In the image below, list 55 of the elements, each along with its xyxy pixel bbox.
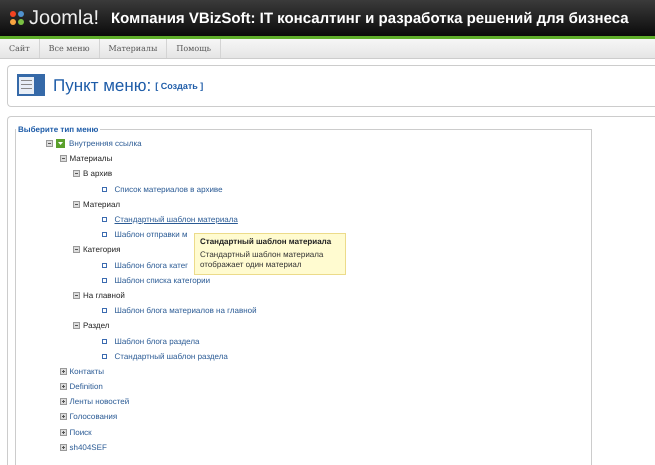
tooltip-text: Стандартный шаблон материала отображает один материал [200, 250, 324, 271]
menu-item[interactable]: Все меню [40, 39, 100, 58]
menu-item-icon [17, 74, 45, 98]
menu-type-link[interactable]: Стандартный шаблон раздела [114, 352, 228, 361]
logo-text: Joomla! [29, 6, 100, 30]
expand-icon[interactable] [60, 398, 66, 406]
collapse-icon[interactable] [73, 200, 80, 208]
page-title: Пункт меню: [53, 76, 152, 96]
collapse-icon[interactable] [73, 292, 80, 299]
collapse-icon[interactable] [60, 155, 66, 162]
menu-type-link[interactable]: Шаблон списка категории [114, 276, 210, 285]
collapse-icon[interactable] [73, 246, 80, 254]
expand-icon[interactable] [60, 383, 66, 390]
collapse-icon[interactable] [73, 322, 80, 330]
create-link[interactable]: [ Создать ] [155, 81, 204, 91]
expand-icon[interactable] [60, 428, 66, 436]
tree-node-label[interactable]: Поиск [70, 428, 92, 437]
menu-item[interactable]: Материалы [100, 39, 168, 58]
menu-type-link[interactable]: Шаблон блога материалов на главной [114, 306, 257, 316]
tree-node-label[interactable]: sh404SEF [70, 442, 107, 452]
tree-node-label[interactable]: Категория [83, 245, 120, 254]
tree-node-label[interactable]: Definition [70, 382, 103, 392]
menu-type-link[interactable]: Стандартный шаблон материала [114, 215, 238, 224]
collapse-icon[interactable] [46, 140, 53, 148]
logo-icon [8, 9, 26, 27]
leaf-icon [102, 338, 106, 344]
menu-type-link[interactable]: Шаблон отправки м [114, 230, 188, 240]
tree-node-label[interactable]: Раздел [83, 321, 110, 330]
leaf-icon [102, 308, 106, 314]
leaf-icon [102, 278, 106, 283]
fieldset-legend: Выберите тип меню [16, 125, 100, 134]
tree-node-label[interactable]: Голосования [70, 412, 118, 422]
site-title: Компания VBizSoft: IT консалтинг и разработка решений для бизнеса [111, 10, 629, 26]
leaf-icon [102, 217, 106, 222]
menu-type-link[interactable]: Список материалов в архиве [114, 184, 223, 194]
tree-node-label[interactable]: Материалы [70, 154, 112, 164]
tree-node-label[interactable]: Материал [83, 200, 120, 209]
tree-node-label[interactable]: Контакты [70, 366, 104, 376]
menu-item[interactable]: Помощь [167, 39, 221, 58]
leaf-icon [102, 232, 106, 238]
leaf-icon [102, 354, 106, 359]
expand-icon[interactable] [60, 413, 66, 420]
menu-item[interactable]: Сайт [0, 39, 40, 58]
menu-type-link[interactable]: Шаблон блога раздела [114, 336, 200, 346]
tooltip-title: Стандартный шаблон материала [200, 237, 332, 246]
leaf-icon [102, 186, 106, 192]
leaf-icon [102, 262, 106, 268]
tree-node-label[interactable]: Ленты новостей [70, 397, 130, 406]
tree-node-label[interactable]: Внутренняя ссылка [69, 139, 142, 148]
menu-type-link[interactable]: Шаблон блога катег [114, 260, 188, 270]
collapse-icon[interactable] [73, 170, 80, 178]
tree-node-label[interactable]: В архив [83, 169, 112, 178]
expand-icon[interactable] [60, 368, 66, 375]
tree-node-label[interactable]: На главной [83, 290, 125, 300]
expand-icon[interactable] [60, 444, 66, 451]
